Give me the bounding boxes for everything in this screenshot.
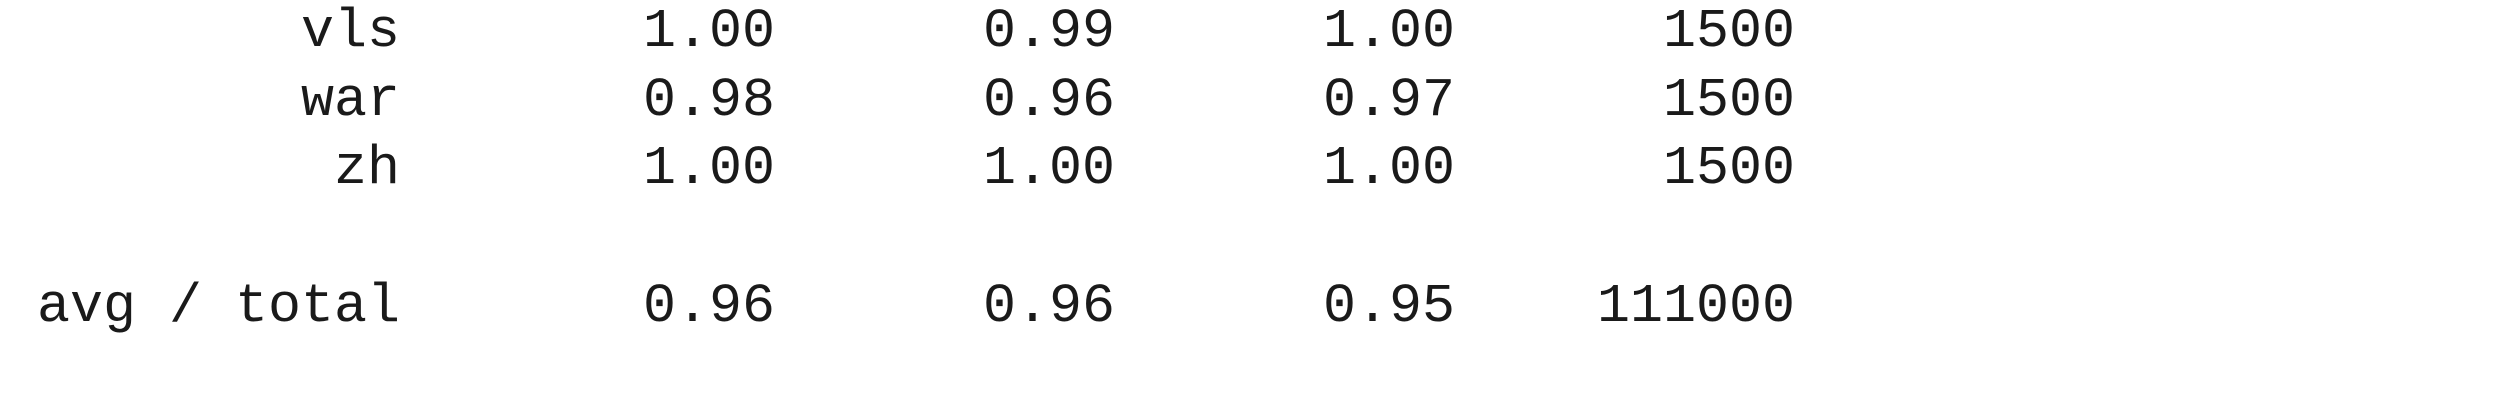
row-label: vls: [300, 0, 400, 63]
report-row-zh: zh 1.00 1.00 1.00 1500: [0, 135, 1800, 203]
recall-value: 0.96: [982, 69, 1115, 132]
f1-value: 0.97: [1322, 69, 1455, 132]
precision-value: 0.98: [642, 69, 775, 132]
classification-report: vls 1.00 0.99 1.00 1500 war 0.98 0.96 0.…: [0, 0, 2512, 408]
f1-value: 1.00: [1322, 137, 1455, 200]
support-value: 1500: [1662, 137, 1795, 200]
support-value: 1500: [1662, 69, 1795, 132]
row-label: avg / total: [36, 275, 400, 338]
report-row-vls: vls 1.00 0.99 1.00 1500: [0, 0, 1800, 66]
precision-value: 0.96: [642, 275, 775, 338]
recall-value: 1.00: [982, 137, 1115, 200]
recall-value: 0.96: [982, 275, 1115, 338]
support-value: 111000: [1596, 275, 1795, 338]
f1-value: 0.95: [1322, 275, 1455, 338]
precision-value: 1.00: [642, 137, 775, 200]
row-label: war: [300, 69, 400, 132]
row-label: zh: [333, 137, 400, 200]
recall-value: 0.99: [982, 0, 1115, 63]
report-row-avg-total: avg / total 0.96 0.96 0.95 111000: [0, 273, 1800, 341]
f1-value: 1.00: [1322, 0, 1455, 63]
precision-value: 1.00: [642, 0, 775, 63]
report-row-war: war 0.98 0.96 0.97 1500: [0, 67, 1800, 135]
support-value: 1500: [1662, 0, 1795, 63]
